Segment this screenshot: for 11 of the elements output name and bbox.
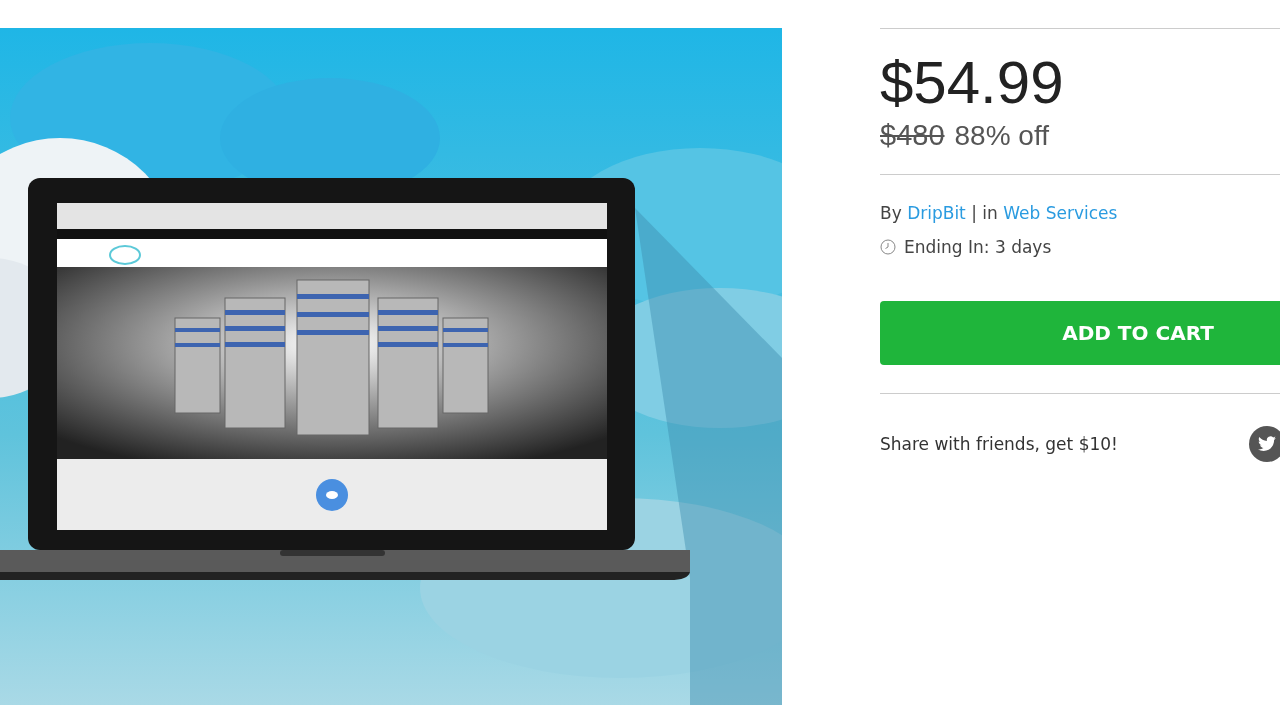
clock-icon bbox=[880, 239, 896, 255]
share-text: Share with friends, get $10! bbox=[880, 434, 1118, 454]
vendor-link[interactable]: DripBit bbox=[907, 203, 966, 223]
byline: By DripBit | in Web Services bbox=[880, 203, 1119, 223]
category-link[interactable]: Web Services bbox=[1003, 203, 1118, 223]
twitter-bird-icon[interactable] bbox=[1249, 426, 1280, 462]
add-to-cart-button[interactable]: ADD TO CART bbox=[880, 301, 1280, 365]
price: $54.99 bbox=[880, 49, 1065, 117]
original-price: $480 bbox=[880, 119, 945, 152]
ending-time: Ending In: 3 days bbox=[904, 237, 1052, 257]
discount: 88% off bbox=[954, 120, 1049, 152]
